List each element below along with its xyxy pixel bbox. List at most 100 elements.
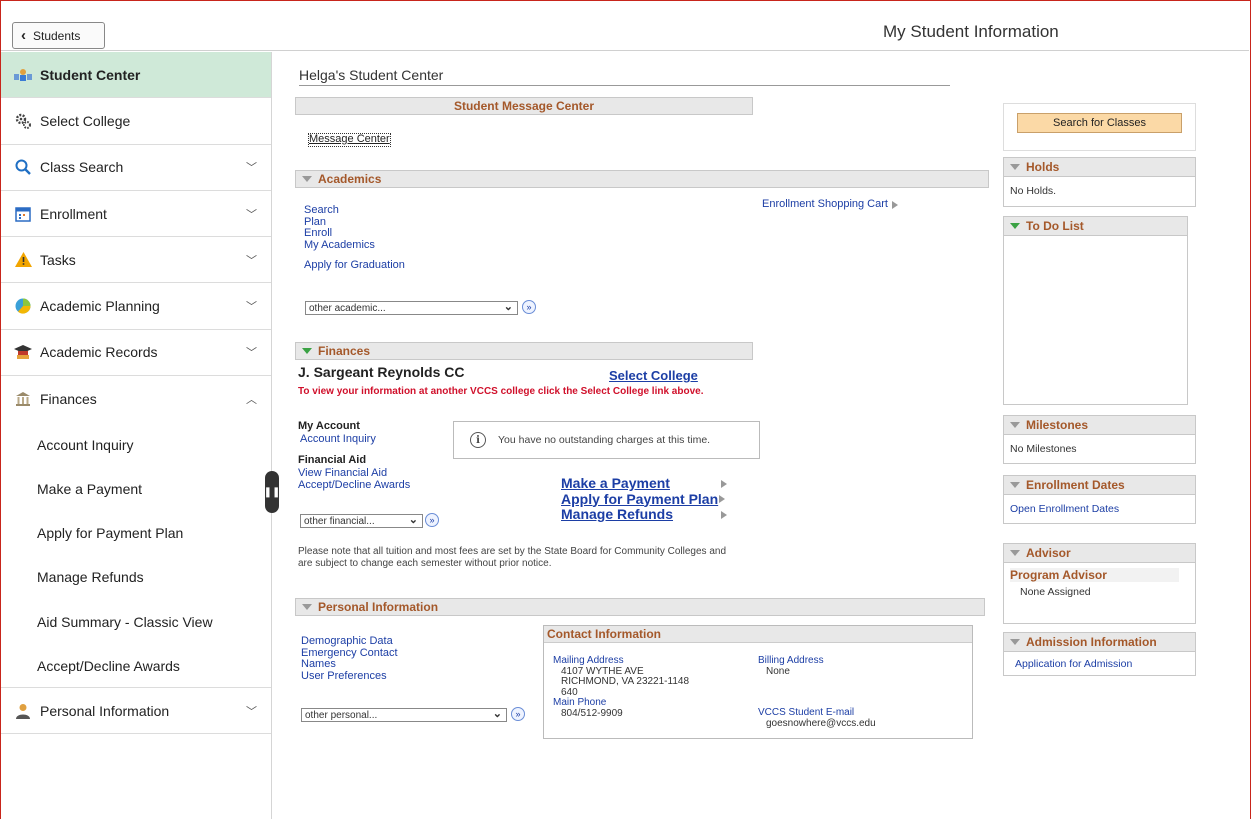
sidebar-item-label: Tasks (40, 251, 76, 268)
finances-title: Finances (318, 344, 371, 358)
other-financial-select[interactable]: other financial... ⌄ (300, 514, 423, 528)
message-center-link[interactable]: Message Center (308, 133, 391, 147)
student-center-icon (14, 66, 32, 84)
other-personal-select[interactable]: other personal... ⌄ (301, 708, 507, 722)
mailing-block: Mailing Address 4107 WYTHE AVE RICHMOND,… (553, 655, 690, 719)
sidebar-subitem-accept-awards[interactable]: Accept/Decline Awards (1, 644, 271, 689)
sidebar-subitem-make-payment[interactable]: Make a Payment (1, 467, 271, 511)
mailing-line2: RICHMOND, VA 23221-1148 (561, 676, 690, 687)
view-financial-aid-link[interactable]: View Financial Aid (298, 467, 387, 480)
academics-link-search[interactable]: Search (304, 204, 375, 217)
calendar-icon (14, 205, 32, 223)
mailing-label: Mailing Address (553, 655, 624, 666)
sidebar-subitem-aid-summary[interactable]: Aid Summary - Classic View (1, 600, 271, 644)
sidebar-item-class-search[interactable]: Class Search ﹀ (1, 145, 271, 191)
chevron-down-icon: ﹀ (246, 254, 257, 267)
select-value: other personal... (305, 709, 378, 721)
demographic-data-link[interactable]: Demographic Data (301, 635, 398, 648)
warning-icon (14, 251, 32, 269)
go-button[interactable]: » (425, 513, 439, 527)
bank-icon (14, 390, 32, 408)
phone-value: 804/512-9909 (561, 707, 623, 719)
accept-decline-awards-link[interactable]: Accept/Decline Awards (298, 479, 410, 492)
academics-link-my-academics[interactable]: My Academics (304, 239, 375, 252)
financial-aid-label: Financial Aid (298, 454, 367, 466)
search-classes-button[interactable]: Search for Classes (1017, 113, 1182, 133)
payment-plan-link[interactable]: Apply for Payment Plan (561, 491, 718, 508)
holds-box: Holds No Holds. (1003, 157, 1196, 207)
chevron-down-icon: ﹀ (246, 301, 257, 314)
billing-block: Billing Address None (758, 655, 824, 677)
admission-header: Admission Information (1004, 633, 1195, 652)
sidebar-subitem-manage-refunds[interactable]: Manage Refunds (1, 555, 271, 599)
sidebar-item-finances[interactable]: Finances ︿ (1, 376, 271, 422)
chevron-down-icon: ⌄ (503, 301, 513, 313)
fees-note: Please note that all tuition and most fe… (298, 546, 727, 569)
finances-header[interactable]: Finances (295, 342, 753, 360)
sidebar-subitem-account-inquiry[interactable]: Account Inquiry (1, 422, 271, 466)
collapse-triangle-icon (1010, 550, 1020, 556)
sidebar-item-personal-information[interactable]: Personal Information ﹀ (1, 688, 271, 735)
advisor-box: Advisor Program Advisor None Assigned (1003, 543, 1196, 624)
collapse-triangle-icon (1010, 482, 1020, 488)
my-account-label: My Account (298, 420, 360, 432)
names-link[interactable]: Names (301, 658, 398, 671)
sidebar-item-select-college[interactable]: Select College (1, 98, 271, 145)
search-classes-box: Search for Classes (1003, 103, 1196, 151)
chevron-down-icon: ﹀ (246, 347, 257, 360)
pie-icon (14, 297, 32, 315)
apply-graduation-link[interactable]: Apply for Graduation (304, 259, 405, 272)
sidebar-item-academic-records[interactable]: Academic Records ﹀ (1, 330, 271, 377)
email-block: VCCS Student E-mail goesnowhere@vccs.edu (758, 707, 876, 729)
chevron-down-icon: ﹀ (246, 208, 257, 221)
sidebar-item-enrollment[interactable]: Enrollment ﹀ (1, 191, 271, 238)
personal-links: Demographic Data Emergency Contact Names… (301, 635, 398, 683)
select-college-link[interactable]: Select College (609, 368, 698, 383)
user-preferences-link[interactable]: User Preferences (301, 670, 398, 683)
manage-refunds-link[interactable]: Manage Refunds (561, 506, 717, 523)
academics-header[interactable]: Academics (295, 170, 989, 188)
go-button[interactable]: » (522, 300, 536, 314)
billing-label: Billing Address (758, 655, 824, 666)
expand-triangle-icon (302, 348, 312, 354)
search-icon (14, 158, 32, 176)
todo-box: To Do List (1003, 216, 1188, 405)
sidebar-item-student-center[interactable]: Student Center (1, 52, 271, 99)
admission-title: Admission Information (1026, 635, 1157, 649)
enrollment-dates-box: Enrollment Dates Open Enrollment Dates (1003, 475, 1196, 524)
person-icon (14, 702, 32, 720)
chevron-down-icon: ﹀ (246, 162, 257, 175)
charges-box: i You have no outstanding charges at thi… (453, 421, 760, 459)
sidebar-item-academic-planning[interactable]: Academic Planning ﹀ (1, 283, 271, 330)
open-enrollment-dates-link[interactable]: Open Enrollment Dates (1004, 495, 1195, 525)
personal-info-header[interactable]: Personal Information (295, 598, 985, 616)
back-button[interactable]: ‹ Students (12, 22, 105, 49)
arrow-right-icon (721, 510, 727, 519)
enrollment-dates-title: Enrollment Dates (1026, 478, 1125, 492)
sidebar-subitem-payment-plan[interactable]: Apply for Payment Plan (1, 511, 271, 555)
account-inquiry-link[interactable]: Account Inquiry (300, 433, 376, 446)
academics-link-enroll[interactable]: Enroll (304, 227, 375, 240)
enrollment-shopping-cart-link[interactable]: Enrollment Shopping Cart (762, 198, 888, 211)
sidebar-item-label: Personal Information (40, 702, 170, 719)
other-academic-select[interactable]: other academic... ⌄ (305, 301, 518, 315)
chevron-up-icon: ︿ (246, 394, 257, 407)
advisor-header: Advisor (1004, 544, 1195, 563)
chevron-down-icon: ﹀ (246, 705, 257, 718)
arrow-right-icon (721, 479, 727, 488)
phone-label: Main Phone (553, 697, 607, 708)
college-notice: To view your information at another VCCS… (298, 386, 704, 397)
sidebar-item-label: Class Search (40, 159, 124, 176)
sidebar-item-tasks[interactable]: Tasks ﹀ (1, 237, 271, 284)
arrow-right-icon (719, 495, 726, 504)
select-value: other academic... (309, 302, 386, 314)
back-button-label: Students (33, 28, 81, 43)
email-value: goesnowhere@vccs.edu (766, 717, 876, 729)
sidebar-item-label: Student Center (40, 66, 141, 83)
application-admission-link[interactable]: Application for Admission (1004, 652, 1195, 678)
make-payment-link[interactable]: Make a Payment (561, 475, 717, 492)
collapse-triangle-icon (1010, 422, 1020, 428)
go-button[interactable]: » (511, 707, 525, 721)
gears-icon (14, 112, 32, 130)
milestones-box: Milestones No Milestones (1003, 415, 1196, 464)
